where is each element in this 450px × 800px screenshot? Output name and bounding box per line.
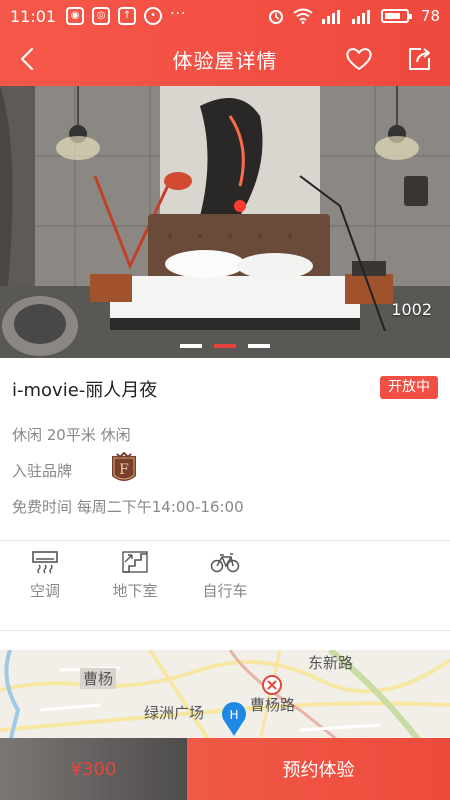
brand-logo[interactable]: F xyxy=(108,452,140,486)
battery-icon xyxy=(380,9,412,23)
room-meta: 休闲 20平米 休闲 xyxy=(12,426,131,444)
air-conditioner-icon xyxy=(32,551,58,574)
svg-text:F: F xyxy=(119,462,129,478)
signal-icon xyxy=(321,10,340,24)
more-notifications: ··· xyxy=(170,6,187,22)
room-number: 1002 xyxy=(391,300,432,319)
battery-level: 78 xyxy=(420,7,440,25)
header: 体验屋详情 xyxy=(0,32,450,86)
room-name: i-movie-丽人月夜 xyxy=(12,380,158,401)
carousel-dot-active[interactable] xyxy=(214,344,236,348)
free-time: 免费时间 每周二下午14:00-16:00 xyxy=(12,498,244,516)
signal-icon-2 xyxy=(351,10,370,24)
chat-icon: • xyxy=(144,7,163,25)
wechat-icon: ◉ xyxy=(66,7,85,25)
carousel-indicator xyxy=(180,344,270,348)
map-label: 绿洲广场 xyxy=(144,704,205,722)
upload-icon: ↑ xyxy=(118,7,137,25)
map-label: 东新路 xyxy=(308,654,354,672)
notification-icons: ◉ ◎ ↑ • ··· xyxy=(66,7,186,25)
amenity-label: 自行车 xyxy=(202,582,248,600)
amenity-label: 空调 xyxy=(29,582,60,600)
amenity-label: 地下室 xyxy=(112,582,158,600)
heart-icon[interactable] xyxy=(344,44,374,74)
bicycle-icon xyxy=(210,553,240,573)
room-photo-carousel[interactable]: 1002 xyxy=(0,86,450,358)
location-pin-icon[interactable]: H xyxy=(219,700,249,738)
share-icon[interactable] xyxy=(404,44,434,74)
weibo-icon: ◎ xyxy=(92,7,111,25)
amenity-bicycle: 自行车 xyxy=(190,550,260,601)
amenity-basement: 地下室 xyxy=(100,550,170,601)
book-button[interactable]: 预约体验 xyxy=(187,738,450,800)
svg-text:H: H xyxy=(229,708,238,722)
bottom-bar: ¥300 预约体验 xyxy=(0,738,450,800)
price-display: ¥300 xyxy=(0,738,187,800)
stairs-icon xyxy=(122,551,148,573)
wifi-icon xyxy=(293,8,313,24)
top-bar: 11:01 ◉ ◎ ↑ • ··· 78 体验屋详情 xyxy=(0,0,450,86)
amenity-air-conditioner: 空调 xyxy=(10,550,80,601)
map-label: 曹杨路 xyxy=(250,696,296,714)
divider xyxy=(0,540,450,541)
carousel-dot[interactable] xyxy=(248,344,270,348)
status-badge: 开放中 xyxy=(380,376,438,399)
status-bar: 11:01 ◉ ◎ ↑ • ··· 78 xyxy=(0,0,450,32)
status-time: 11:01 xyxy=(10,6,57,26)
alarm-icon xyxy=(268,10,283,24)
divider xyxy=(0,630,450,631)
brand-label: 入驻品牌 xyxy=(12,462,73,480)
chevron-left-icon[interactable] xyxy=(14,44,42,74)
map-label: 曹杨 xyxy=(80,668,117,689)
room-photo xyxy=(0,86,450,358)
page-title: 体验屋详情 xyxy=(172,48,278,73)
carousel-dot[interactable] xyxy=(180,344,202,348)
location-map[interactable]: 曹杨 东新路 绿洲广场 曹杨路 H xyxy=(0,650,450,742)
